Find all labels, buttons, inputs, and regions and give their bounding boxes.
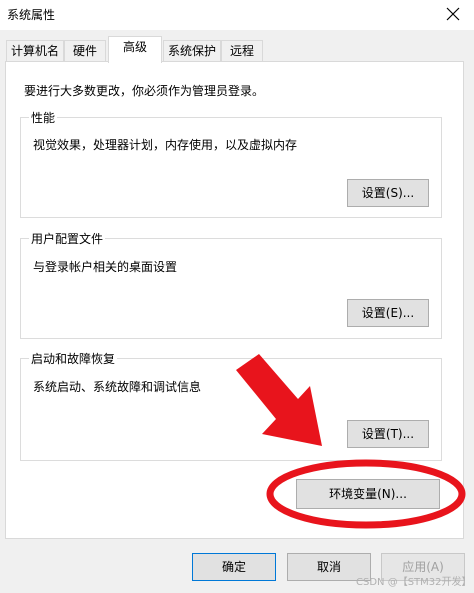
button-label: 设置(T)...: [361, 427, 415, 441]
startup-recovery-settings-button[interactable]: 设置(T)...: [347, 420, 429, 448]
close-icon: [446, 7, 460, 21]
startup-recovery-description: 系统启动、系统故障和调试信息: [33, 380, 202, 394]
close-button[interactable]: [440, 2, 466, 26]
window-title: 系统属性: [7, 8, 56, 22]
admin-notice: 要进行大多数更改，你必须作为管理员登录。: [24, 84, 265, 98]
tab-strip: 计算机名 硬件 高级 系统保护 远程: [0, 36, 474, 63]
tab-label: 硬件: [72, 44, 97, 58]
performance-title: 性能: [29, 109, 58, 126]
watermark: CSDN @【STM32开发】: [356, 577, 472, 588]
startup-recovery-group: 启动和故障恢复 系统启动、系统故障和调试信息 设置(T)...: [20, 350, 442, 461]
user-profiles-group: 用户配置文件 与登录帐户相关的桌面设置 设置(E)...: [20, 230, 442, 339]
tab-label: 高级: [122, 40, 147, 54]
tab-advanced[interactable]: 高级: [108, 36, 162, 63]
ok-button[interactable]: 确定: [192, 553, 276, 581]
tab-label: 计算机名: [10, 44, 59, 58]
tab-hardware[interactable]: 硬件: [64, 40, 106, 62]
performance-settings-button[interactable]: 设置(S)...: [347, 179, 429, 207]
tab-computer-name[interactable]: 计算机名: [6, 40, 64, 62]
tab-remote[interactable]: 远程: [221, 40, 263, 62]
button-label: 确定: [221, 560, 246, 574]
performance-group: 性能 视觉效果，处理器计划，内存使用，以及虚拟内存 设置(S)...: [20, 109, 442, 218]
tab-label: 远程: [229, 44, 254, 58]
tab-label: 系统保护: [167, 44, 216, 58]
button-label: 设置(E)...: [361, 306, 415, 320]
startup-recovery-title: 启动和故障恢复: [29, 350, 118, 367]
tab-system-protection[interactable]: 系统保护: [163, 40, 221, 62]
performance-description: 视觉效果，处理器计划，内存使用，以及虚拟内存: [33, 138, 298, 152]
button-label: 设置(S)...: [361, 186, 415, 200]
user-profiles-title: 用户配置文件: [29, 230, 106, 247]
environment-variables-button[interactable]: 环境变量(N)...: [296, 479, 440, 509]
button-label: 取消: [316, 560, 341, 574]
user-profiles-description: 与登录帐户相关的桌面设置: [33, 260, 178, 274]
button-label: 环境变量(N)...: [329, 487, 407, 501]
user-profiles-settings-button[interactable]: 设置(E)...: [347, 299, 429, 327]
title-bar: 系统属性: [0, 0, 474, 30]
